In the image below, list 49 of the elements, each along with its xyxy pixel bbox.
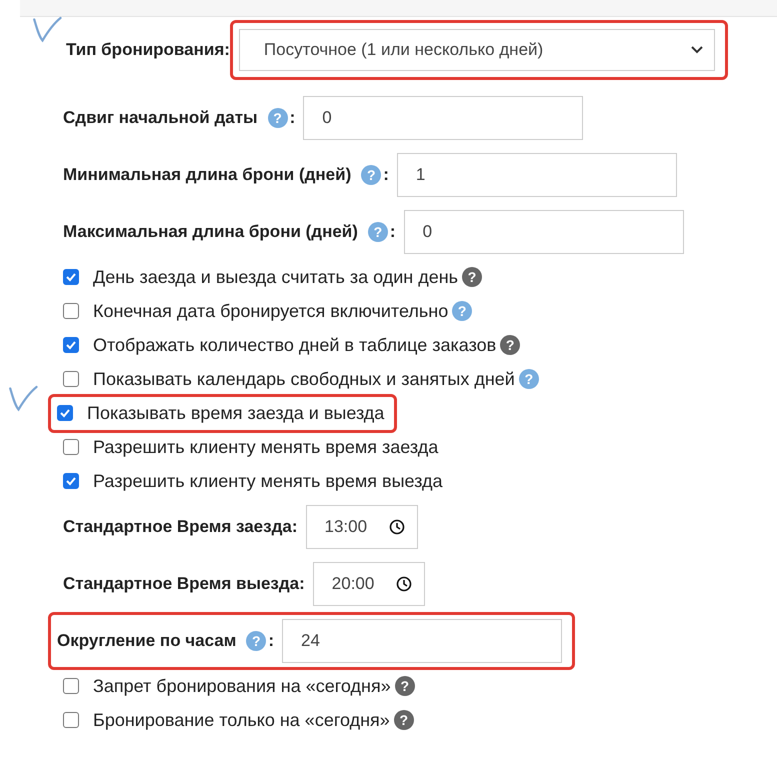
input-field[interactable]: 0 [404,210,684,254]
checkbox[interactable] [63,678,79,694]
time-field[interactable]: 13:00 [306,504,418,548]
checkbox-label: Разрешить клиенту менять время выезда [93,470,443,492]
checkbox-label: Бронирование только на «сегодня» [93,710,390,730]
help-icon[interactable]: ? [500,335,520,355]
field-label: Стандартное Время заезда: [63,516,298,536]
input-field[interactable]: 0 [303,96,584,140]
checkbox[interactable] [63,371,79,387]
pen-tick-drawing [32,15,62,45]
field-label: Сдвиг начальной даты [63,108,258,128]
colon: : [390,222,396,242]
help-icon[interactable]: ? [394,710,414,730]
field-label: Округление по часам [57,630,236,650]
checkbox[interactable] [63,303,79,319]
checkbox[interactable] [63,337,79,353]
pen-tick-drawing [8,384,38,414]
colon: : [383,164,389,184]
colon: : [268,630,274,650]
checkbox[interactable] [63,712,79,728]
chevron-down-icon [690,45,704,55]
clock-icon [396,576,412,592]
input-field[interactable]: 24 [282,618,562,662]
time-field[interactable]: 20:00 [312,562,426,606]
checkbox-label: Разрешить клиенту менять время заезда [93,436,438,458]
field-label: Минимальная длина брони (дней) [63,164,352,184]
tick-icon [59,407,71,419]
tick-icon [65,271,77,283]
help-icon[interactable]: ? [394,676,415,696]
tick-icon [65,475,77,487]
booking-type-select[interactable]: Посуточное (1 или несколько дней) [238,29,715,71]
input-field[interactable]: 1 [396,152,677,196]
checkbox[interactable] [63,439,79,455]
field-label: Тип бронирования: [66,40,230,60]
checkbox-label: Запрет бронирования на «сегодня» [93,676,391,696]
field-label: Максимальная длина брони (дней) [63,222,358,242]
checkbox-label: День заезда и выезда считать за один день [93,266,458,288]
checkbox-label: Конечная дата бронируется включительно [93,300,448,322]
checkbox[interactable] [63,473,79,489]
checkbox-label: Отображать количество дней в таблице заказов [93,334,496,356]
field-label: Стандартное Время выезда: [63,574,305,594]
colon: : [290,108,296,128]
clock-icon [389,518,406,534]
help-icon[interactable]: ? [462,267,482,287]
checkbox[interactable] [63,269,79,285]
tick-icon [65,339,77,351]
checkbox[interactable] [57,405,73,421]
checkbox-label: Показывать время заезда и выезда [87,402,384,424]
checkbox-label: Показывать календарь свободных и занятых дней [93,368,515,390]
